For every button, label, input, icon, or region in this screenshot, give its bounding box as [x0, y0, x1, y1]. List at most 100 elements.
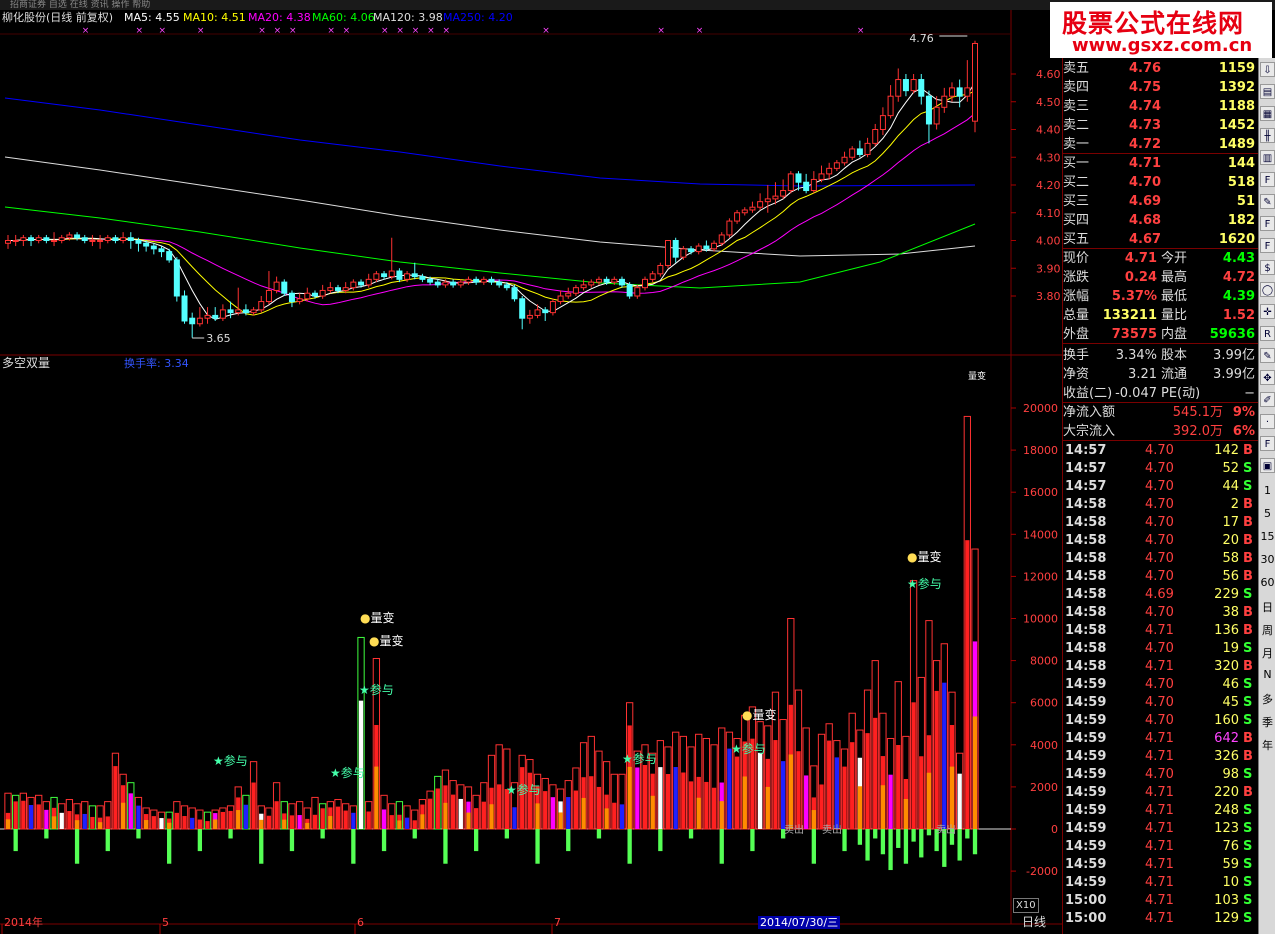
volume-bar-fill: [243, 804, 249, 829]
volume-bar-fill: [757, 752, 763, 829]
cross-icon[interactable]: ✛: [1260, 304, 1275, 319]
volume-bar-fill: [734, 756, 740, 829]
quote-label: 外盘: [1063, 327, 1090, 342]
volume-bar-fill: [389, 815, 394, 829]
price-tick-label: 3.90: [1036, 262, 1061, 275]
volume-bar-negative: [627, 829, 632, 864]
candle-body: [918, 79, 925, 97]
title-bar-text: 招商证券 自选 在线 资讯 操作 帮助: [10, 0, 151, 10]
candle-body: [542, 309, 549, 314]
period-季[interactable]: 季: [1259, 714, 1275, 730]
volume-bar-negative: [811, 829, 816, 864]
quote-value: 59636: [1209, 327, 1255, 342]
candle-body: [841, 156, 848, 164]
chart-icon[interactable]: ▤: [1260, 84, 1275, 99]
volume-bar-negative: [443, 829, 448, 864]
candle-body: [611, 278, 618, 283]
arrow-down-icon[interactable]: ⇩: [1260, 62, 1275, 77]
volume-bar-negative: [658, 829, 663, 852]
f2-icon[interactable]: F: [1260, 216, 1275, 231]
candle-body: [726, 220, 733, 236]
tick-side: B: [1243, 749, 1253, 764]
period-周[interactable]: 周: [1259, 622, 1275, 638]
tick-row: 15:00 4.71 129 S: [1063, 910, 1259, 928]
candle-body: [948, 87, 955, 97]
sep-icon[interactable]: ·: [1260, 414, 1275, 429]
tick-volume: 56: [1222, 569, 1239, 584]
fin-value: 3.99亿: [1213, 348, 1255, 363]
bid-price: 4.67: [1129, 232, 1162, 247]
period-年[interactable]: 年: [1259, 737, 1275, 753]
volume-tick-label: 18000: [1023, 444, 1058, 457]
period-30[interactable]: 30: [1259, 553, 1275, 566]
volume-legend-tag: 量变: [968, 372, 987, 382]
tick-price: 4.71: [1145, 785, 1174, 800]
fin-row: 换手 3.34% 股本 3.99亿: [1063, 346, 1259, 365]
candle-body: [511, 287, 518, 300]
tick-side: S: [1243, 803, 1253, 818]
bars-icon[interactable]: ▥: [1260, 150, 1275, 165]
volume-bar-negative: [857, 829, 863, 845]
tick-row: 14:58 4.70 38 B: [1063, 604, 1259, 622]
tick-side: S: [1243, 713, 1253, 728]
tick-side: S: [1243, 911, 1253, 926]
period-60[interactable]: 60: [1259, 576, 1275, 589]
volume-bar-inner: [97, 822, 103, 829]
volume-bar-fill: [458, 798, 463, 829]
volume-bar-fill: [228, 810, 233, 829]
volume-bar-fill: [543, 791, 548, 829]
ask-price: 4.74: [1129, 99, 1162, 114]
f5-icon[interactable]: F: [1260, 436, 1275, 451]
volume-bar-fill: [850, 742, 855, 829]
fin-label: 换手: [1063, 348, 1090, 363]
period-日[interactable]: 日: [1259, 599, 1275, 615]
volume-bar-fill: [658, 767, 663, 829]
period-5[interactable]: 5: [1259, 507, 1275, 520]
tick-volume: 58: [1222, 551, 1239, 566]
quote-row: 涨幅 5.37% 最低 4.39: [1063, 287, 1259, 306]
tick-time: 14:58: [1065, 497, 1107, 512]
period-N[interactable]: N: [1259, 668, 1275, 681]
period-多[interactable]: 多: [1259, 691, 1275, 707]
price-tick-label: 3.80: [1036, 290, 1061, 303]
volume-tick-label: 4000: [1030, 739, 1058, 752]
period-15[interactable]: 15: [1259, 530, 1275, 543]
f10-icon[interactable]: F: [1260, 172, 1275, 187]
f6-icon[interactable]: F: [1260, 238, 1275, 253]
candle-body: [757, 201, 764, 208]
volume-bar-negative: [197, 829, 203, 852]
period-1[interactable]: 1: [1259, 484, 1275, 497]
candle-icon[interactable]: ╫: [1260, 128, 1275, 143]
tick-volume: 76: [1222, 839, 1239, 854]
tick-time: 14:59: [1065, 749, 1107, 764]
ask-label: 卖二: [1063, 118, 1090, 133]
layout-icon[interactable]: ▣: [1260, 458, 1275, 473]
tick-row: 14:59 4.70 46 S: [1063, 676, 1259, 694]
tick-time: 14:58: [1065, 551, 1107, 566]
volume-bar-fill: [834, 757, 840, 829]
candle-body: [419, 276, 426, 280]
quote-value: 1.52: [1222, 308, 1255, 323]
price-tick-label: 4.20: [1036, 179, 1061, 192]
volume-bar-negative: [167, 829, 172, 864]
candle-body: [311, 292, 318, 297]
candle-body: [887, 95, 894, 117]
volume-bar-negative: [351, 829, 356, 864]
candle-body: [810, 178, 817, 192]
edit-icon[interactable]: ✐: [1260, 392, 1275, 407]
quote-label: 现价: [1063, 251, 1090, 266]
period-label[interactable]: 日线: [1022, 916, 1046, 929]
note-icon[interactable]: ✎: [1260, 194, 1275, 209]
pen-icon[interactable]: ✎: [1260, 348, 1275, 363]
quote-row: 涨跌 0.24 最高 4.72: [1063, 268, 1259, 287]
dollar-icon[interactable]: $: [1260, 260, 1275, 275]
scale-tag[interactable]: X10: [1013, 898, 1039, 913]
grid-icon[interactable]: ▦: [1260, 106, 1275, 121]
chart-area[interactable]: 4.60 4.50 4.40 4.30 4.20 4.10 4.00 3.90 3.80 × × × ×…: [0, 10, 1062, 934]
period-月[interactable]: 月: [1259, 645, 1275, 661]
rsi-icon[interactable]: R: [1260, 326, 1275, 341]
tick-side: S: [1243, 461, 1253, 476]
circle-icon[interactable]: ◯: [1260, 282, 1275, 297]
candle-body: [265, 289, 272, 303]
move-icon[interactable]: ✥: [1260, 370, 1275, 385]
